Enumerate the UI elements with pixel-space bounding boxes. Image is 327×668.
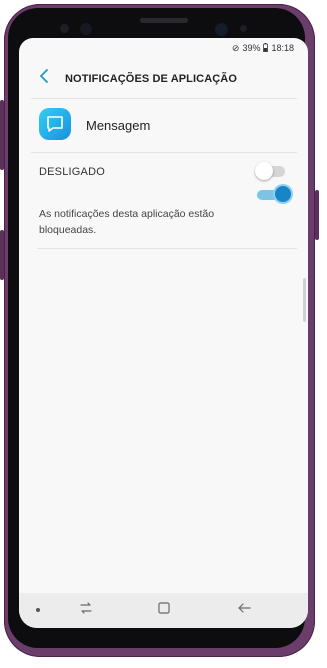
nav-indicator-dot (36, 608, 40, 612)
setting-label: DESLIGADO (39, 166, 105, 178)
scrollbar[interactable] (303, 278, 306, 322)
status-bar: ⊘ 39% 18:18 (19, 38, 308, 58)
recents-icon[interactable] (76, 601, 96, 619)
earpiece-speaker (140, 18, 188, 23)
back-arrow-icon[interactable] (234, 601, 254, 619)
chevron-left-icon[interactable] (35, 69, 53, 89)
volume-button (0, 100, 4, 170)
app-name: Mensagem (86, 118, 151, 133)
divider (31, 152, 297, 153)
divider (31, 98, 297, 99)
light-sensor (240, 25, 247, 32)
navigation-bar (19, 593, 308, 628)
app-row: Mensagem (19, 100, 308, 150)
divider (37, 248, 297, 249)
blocked-circle-icon: ⊘ (231, 42, 240, 53)
app-bar: NOTIFICAÇÕES DE APLICAÇÃO (19, 60, 308, 98)
iris-sensor (80, 23, 92, 35)
home-icon[interactable] (154, 601, 174, 619)
blocked-description: As notificações desta aplicação estão bl… (39, 208, 215, 236)
page-title: NOTIFICAÇÕES DE APLICAÇÃO (65, 73, 237, 85)
notifications-toggle-row[interactable]: DESLIGADO (19, 156, 308, 186)
front-camera (215, 23, 228, 36)
toggle-highlight-thumb (275, 186, 291, 202)
proximity-sensor (60, 24, 69, 33)
toggle-highlight (257, 186, 293, 202)
toggle-thumb[interactable] (255, 162, 273, 180)
message-bubble-icon (39, 108, 71, 140)
battery-percent: 39% (242, 43, 261, 53)
clock: 18:18 (271, 43, 294, 53)
power-button (315, 190, 319, 240)
bixby-button (0, 230, 4, 280)
battery-icon (263, 42, 269, 54)
screen: ⊘ 39% 18:18 NOTIFICAÇÕES DE APLICAÇÃO Me… (19, 38, 308, 628)
